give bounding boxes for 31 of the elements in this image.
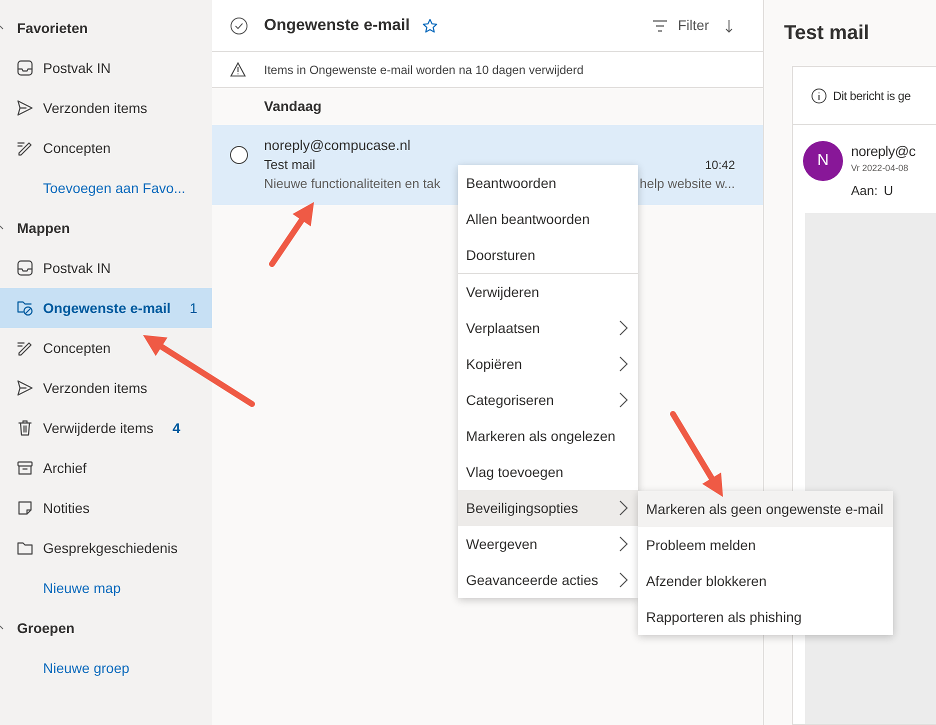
folder-label: Concepten [43, 338, 111, 358]
notice-text: Items in Ongewenste e-mail worden na 10 dagen verwijderd [264, 62, 584, 78]
group-header: Vandaag [264, 97, 322, 116]
to-label: Aan: [851, 182, 878, 200]
folder-label: Postvak IN [43, 258, 111, 278]
message-time: 10:42 [704, 157, 735, 174]
folder-label: Concepten [43, 138, 111, 158]
message-subject: Test mail [264, 156, 316, 174]
recipient: U [884, 182, 894, 200]
sender-name: noreply@compucase.nl [264, 136, 412, 155]
folder-label: Postvak IN [43, 58, 111, 78]
folder-label: Nieuwe groep [43, 658, 130, 678]
reading-title: Test mail [784, 21, 870, 46]
folder-label: Toevoegen aan Favo... [43, 178, 186, 198]
message-preview: help website w... [640, 175, 735, 193]
info-text: Dit bericht is ge [833, 88, 911, 104]
folder-label: Gesprekgeschiedenis [43, 538, 178, 558]
message-preview: Nieuwe functionaliteiten en tak [264, 175, 440, 193]
message-date: Vr 2022-04-08 [851, 162, 910, 175]
folder-label: Archief [43, 458, 87, 478]
sender-avatar: N [803, 141, 843, 181]
folder-label: Nieuwe map [43, 578, 121, 598]
folder-label: Verzonden items [43, 98, 148, 118]
folder-label: Verzonden items [43, 378, 148, 398]
folder-label: Ongewenste e-mail [43, 298, 171, 318]
unread-count: 1 [190, 298, 198, 318]
sender-email: noreply@c [851, 142, 916, 161]
folder-label: Notities [43, 498, 90, 518]
folder-title: Ongewenste e-mail [264, 16, 410, 36]
folder-label: Verwijderde items [43, 418, 154, 438]
unread-count: 4 [172, 418, 180, 438]
